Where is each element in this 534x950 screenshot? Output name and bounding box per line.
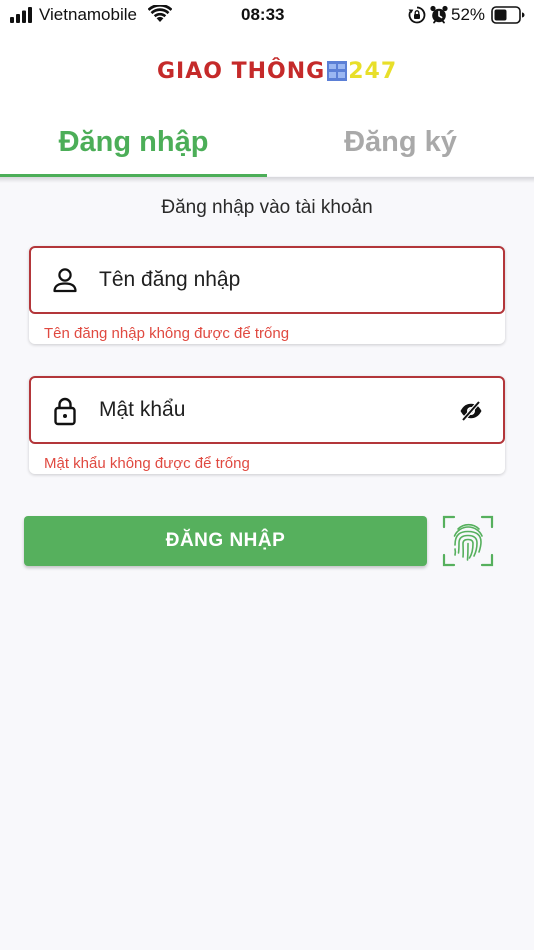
person-icon [53,268,77,293]
logo-number: 247 [348,58,398,84]
password-input[interactable] [99,391,439,429]
wifi-icon [148,5,172,22]
username-field-card: Tên đăng nhập không được để trống [29,246,505,344]
username-error: Tên đăng nhập không được để trống [44,325,290,342]
eye-off-icon[interactable] [459,400,483,422]
status-bar: Vietnamobile 08:33 52% [0,0,534,32]
app-logo: GIAO THÔNG 247 [157,57,397,85]
logo-text: GIAO THÔNG [157,58,326,84]
password-error: Mật khẩu không được để trống [44,455,250,472]
tab-bar-shadow [0,177,534,183]
battery-icon [491,6,525,24]
carrier-name: Vietnamobile [39,5,137,24]
tab-register[interactable]: Đăng ký [267,108,534,176]
username-input[interactable] [99,261,439,299]
password-field-card: Mật khẩu không được để trống [29,376,505,474]
alarm-icon [430,5,448,24]
lock-icon [54,397,76,426]
signal-icon [10,7,32,23]
status-time: 08:33 [241,5,285,24]
fingerprint-icon[interactable] [442,515,494,567]
battery-percent: 52% [451,5,486,24]
rotation-lock-icon [408,6,426,24]
login-button[interactable]: ĐĂNG NHẬP [24,516,427,566]
tab-login[interactable]: Đăng nhập [0,108,267,176]
logo-mark-icon [327,61,348,81]
password-field[interactable] [29,376,505,444]
username-field[interactable] [29,246,505,314]
form-subtitle: Đăng nhập vào tài khoản [161,197,373,218]
